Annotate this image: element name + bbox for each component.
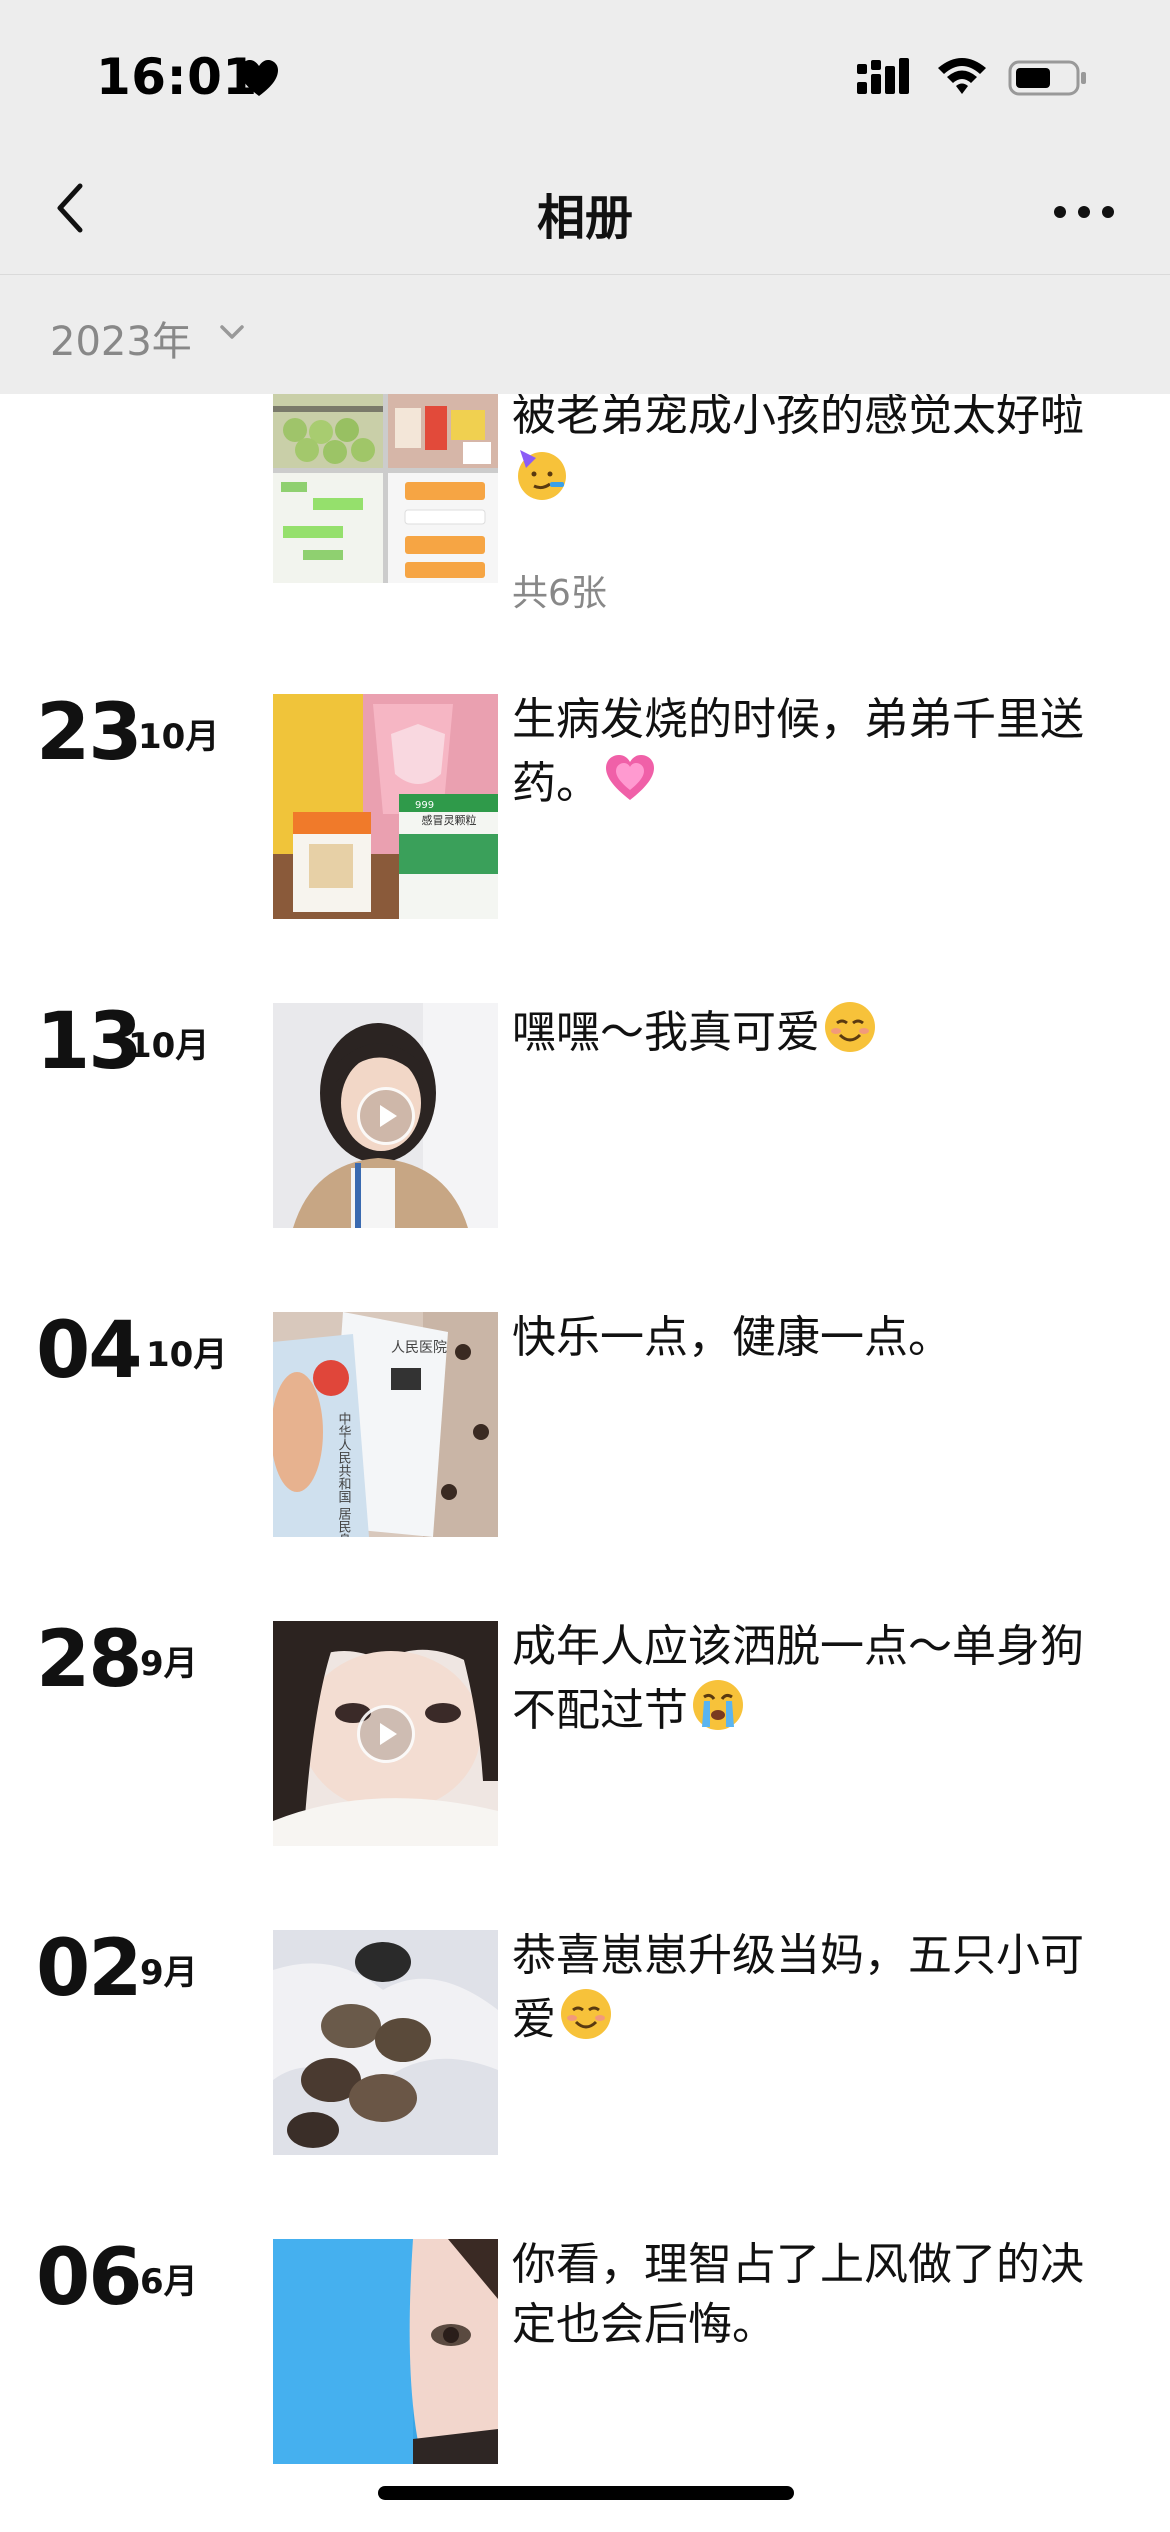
- moment-caption: 你看，理智占了上风做了的决定也会后悔。: [512, 2239, 1084, 2350]
- year-filter-label[interactable]: 2023年: [50, 309, 192, 367]
- entry-day: 06: [36, 2233, 143, 2323]
- photo-count: 共6张: [512, 573, 607, 614]
- moment-caption: 恭喜崽崽升级当妈，五只小可爱: [512, 1930, 1084, 2045]
- smiling-face-emoji: [558, 1986, 614, 2042]
- entry-month: 10月: [146, 1335, 228, 1375]
- photo-thumbnail[interactable]: [273, 1930, 498, 2155]
- more-dots-icon: [1054, 206, 1114, 218]
- video-thumbnail[interactable]: [273, 1003, 498, 1228]
- status-bar: 16:01: [0, 0, 1170, 150]
- entry-day: 28: [36, 1615, 143, 1705]
- moment-caption: 嘿嘿～我真可爱: [512, 999, 1112, 1063]
- more-options-button[interactable]: [1048, 192, 1120, 232]
- svg-text:中华人民共和国 居民身份证: 中华人民共和国 居民身份证: [336, 1412, 352, 1537]
- entry-day: 02: [36, 1924, 143, 2014]
- page-title: 相册: [536, 190, 633, 246]
- moment-caption: 快乐一点，健康一点。: [512, 1312, 952, 1363]
- entry-day: 13: [36, 997, 143, 1087]
- cellular-signal-icon: [855, 58, 915, 98]
- moment-entry[interactable]: 23 10月 感冒灵颗粒 999 生病发烧的时候，弟弟千里送药。: [0, 694, 1170, 934]
- photo-thumbnail[interactable]: 感冒灵颗粒 999: [273, 694, 498, 919]
- navigation-bar: 相册: [0, 150, 1170, 274]
- photo-thumbnail[interactable]: 人民医院 中华人民共和国 居民身份证: [273, 1312, 498, 1537]
- moment-caption: 被老弟宠成小孩的感觉太好啦: [512, 386, 1112, 510]
- entry-day: 23: [36, 688, 143, 778]
- entry-month: 6月: [140, 2262, 198, 2302]
- moment-entry[interactable]: 被老弟宠成小孩的感觉太好啦 共6张: [0, 358, 1170, 634]
- moment-entry[interactable]: 28 9月 成年人应该洒脱一点～单身狗不配过节: [0, 1621, 1170, 1861]
- entry-month: 9月: [140, 1953, 198, 1993]
- moment-caption: 生病发烧的时候，弟弟千里送药。: [512, 694, 1084, 809]
- moment-entry[interactable]: 02 9月 恭喜崽崽升级当妈，五只小可爱: [0, 1930, 1170, 2170]
- entry-day: 04: [36, 1306, 143, 1396]
- play-icon[interactable]: [357, 1705, 415, 1763]
- home-indicator[interactable]: [378, 2486, 794, 2500]
- year-filter[interactable]: 2023年: [0, 274, 1170, 394]
- svg-text:999: 999: [415, 800, 434, 811]
- wifi-icon: [934, 54, 990, 98]
- entry-month: 10月: [128, 1026, 210, 1066]
- entry-month: 9月: [140, 1644, 198, 1684]
- play-icon[interactable]: [357, 1087, 415, 1145]
- chevron-down-icon[interactable]: [216, 319, 248, 345]
- moment-entry[interactable]: 13 10月 嘿嘿～我真可爱: [0, 997, 1170, 1243]
- svg-text:感冒灵颗粒: 感冒灵颗粒: [422, 813, 477, 827]
- smiling-face-emoji: [822, 999, 878, 1055]
- party-face-emoji: [514, 446, 570, 502]
- video-thumbnail[interactable]: [273, 1621, 498, 1846]
- moment-caption: 成年人应该洒脱一点～单身狗不配过节: [512, 1621, 1084, 1736]
- status-time: 16:01: [96, 48, 258, 106]
- entry-month: 10月: [138, 717, 220, 757]
- svg-text:人民医院: 人民医院: [391, 1340, 447, 1356]
- moment-entry[interactable]: 06 6月 你看，理智占了上风做了的决定也会后悔。: [0, 2239, 1170, 2479]
- crying-face-emoji: [690, 1677, 746, 1733]
- moment-entry[interactable]: 04 10月 人民医院 中华人民共和国 居民身份证 快乐一点，健康一点。: [0, 1312, 1170, 1552]
- pink-heart-emoji: [602, 750, 658, 806]
- album-page: 被老弟宠成小孩的感觉太好啦 共6张 23 10月 感冒灵颗粒 999 生病发烧的…: [0, 0, 1170, 2532]
- battery-icon: [1008, 60, 1088, 96]
- heart-icon: [238, 58, 280, 98]
- photo-thumbnail[interactable]: [273, 2239, 498, 2464]
- header: 16:01 相册 2023年: [0, 0, 1170, 394]
